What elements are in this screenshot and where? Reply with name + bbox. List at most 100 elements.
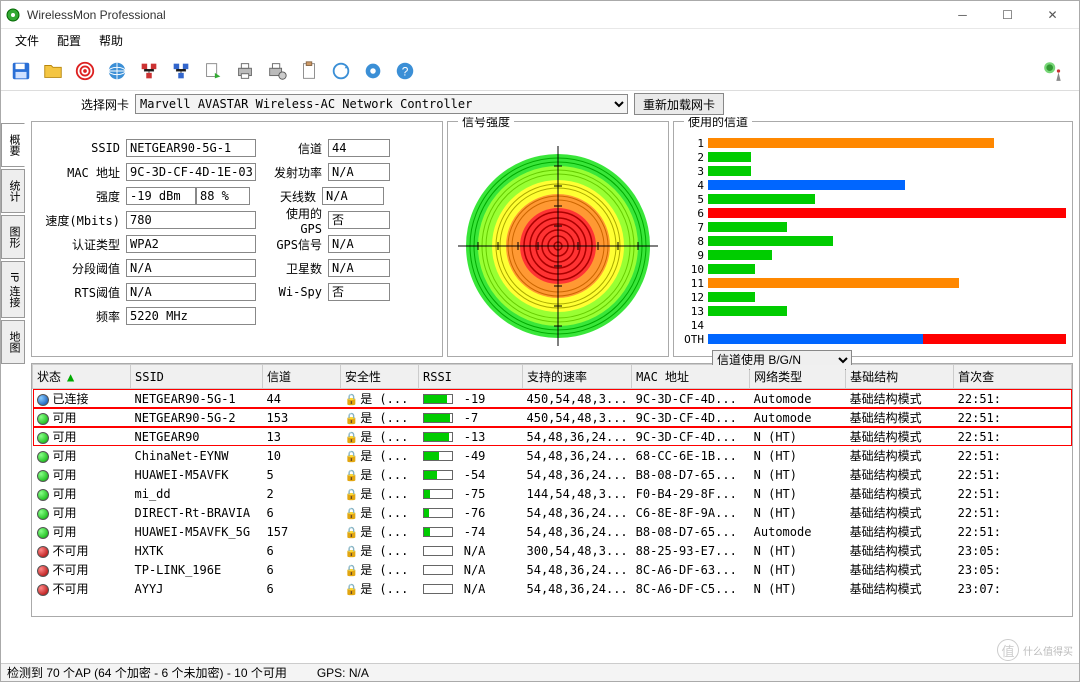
speed-label: 速度(Mbits) <box>40 212 126 229</box>
close-button[interactable]: ✕ <box>1030 1 1075 29</box>
gpsused-value: 否 <box>328 211 390 229</box>
minimize-button[interactable]: ─ <box>940 1 985 29</box>
table-row[interactable]: 不可用HXTK6🔒是 (... N/A300,54,48,3...88-25-9… <box>33 541 1072 560</box>
col-status[interactable]: 状态▲ <box>33 365 131 389</box>
menu-config[interactable]: 配置 <box>49 30 89 51</box>
tab-stats[interactable]: 统计 <box>1 169 25 213</box>
ssid-label: SSID <box>40 141 126 155</box>
lock-icon: 🔒 <box>345 488 359 501</box>
status-dot-icon <box>37 489 49 501</box>
lock-icon: 🔒 <box>345 545 359 558</box>
clipboard-icon[interactable] <box>295 57 323 85</box>
status-dot-icon <box>37 470 49 482</box>
lock-icon: 🔒 <box>345 507 359 520</box>
status-dot-icon <box>37 508 49 520</box>
table-row[interactable]: 已连接NETGEAR90-5G-144🔒是 (... -19450,54,48,… <box>33 389 1072 409</box>
network2-icon[interactable] <box>167 57 195 85</box>
channel-bar-row: 5 <box>680 192 1066 206</box>
settings-icon[interactable] <box>359 57 387 85</box>
help-icon[interactable]: ? <box>391 57 419 85</box>
menu-file[interactable]: 文件 <box>7 30 47 51</box>
lock-icon: 🔒 <box>345 412 359 425</box>
status-ap: 检测到 70 个AP (64 个加密 - 6 个未加密) - 10 个可用 <box>7 664 287 681</box>
world-icon[interactable] <box>103 57 131 85</box>
lock-icon: 🔒 <box>345 450 359 463</box>
col-channel[interactable]: 信道 <box>263 365 341 389</box>
sat-value: N/A <box>328 259 390 277</box>
signal-target-icon <box>458 146 658 346</box>
info-panel: SSIDNETGEAR90-5G-1信道44 MAC 地址9C-3D-CF-4D… <box>31 121 443 357</box>
lock-icon: 🔒 <box>345 393 359 406</box>
status-dot-icon <box>37 565 49 577</box>
channel-bar-row: 1 <box>680 136 1066 150</box>
channel-bar-row: 2 <box>680 150 1066 164</box>
lock-icon: 🔒 <box>345 469 359 482</box>
reload-nic-button[interactable]: 重新加载网卡 <box>634 93 724 115</box>
channel-bar-row: 10 <box>680 262 1066 276</box>
ap-table[interactable]: 状态▲ SSID 信道 安全性 RSSI 支持的速率 MAC 地址 网络类型 基… <box>31 363 1073 617</box>
channel-bar-row: 13 <box>680 304 1066 318</box>
channel-label: 信道 <box>266 140 328 157</box>
watermark: 值 什么值得买 <box>997 639 1073 661</box>
table-row[interactable]: 可用NETGEAR90-5G-2153🔒是 (... -7450,54,48,3… <box>33 408 1072 427</box>
col-firstseen[interactable]: 首次查 <box>954 365 1072 389</box>
nic-select[interactable]: Marvell AVASTAR Wireless-AC Network Cont… <box>135 94 628 114</box>
channel-bar-row: 12 <box>680 290 1066 304</box>
col-infra[interactable]: 基础结构 <box>846 365 954 389</box>
col-rates[interactable]: 支持的速率 <box>523 365 632 389</box>
channel-bar-row: 6 <box>680 206 1066 220</box>
status-gps: GPS: N/A <box>317 666 369 680</box>
open-icon[interactable] <box>39 57 67 85</box>
table-row[interactable]: 可用HUAWEI-M5AVFK_5G157🔒是 (... -7454,48,36… <box>33 522 1072 541</box>
tab-ipconn[interactable]: IP 连接 <box>1 261 25 318</box>
nic-row: 选择网卡 Marvell AVASTAR Wireless-AC Network… <box>1 91 1079 117</box>
auth-value: WPA2 <box>126 235 256 253</box>
frag-label: 分段阈值 <box>40 260 126 277</box>
save-icon[interactable] <box>7 57 35 85</box>
antenna-icon[interactable] <box>1033 51 1073 91</box>
table-row[interactable]: 可用NETGEAR9013🔒是 (... -1354,48,36,24...9C… <box>33 427 1072 446</box>
lock-icon: 🔒 <box>345 564 359 577</box>
table-row[interactable]: 不可用TP-LINK_196E6🔒是 (... N/A54,48,36,24..… <box>33 560 1072 579</box>
gpssig-label: GPS信号 <box>266 236 328 253</box>
app-icon <box>5 7 21 23</box>
mac-label: MAC 地址 <box>40 164 126 181</box>
side-tabs: 概要 统计 图形 IP 连接 地图 <box>1 117 25 665</box>
channel-panel: 使用的信道 1234567891011121314OTH 信道使用 B/G/N <box>673 121 1073 357</box>
network1-icon[interactable] <box>135 57 163 85</box>
svg-text:?: ? <box>402 64 409 78</box>
col-mac[interactable]: MAC 地址 <box>632 365 750 389</box>
status-dot-icon <box>37 432 49 444</box>
channel-bar-row: 4 <box>680 178 1066 192</box>
strength-dbm: -19 dBm <box>126 187 196 205</box>
col-security[interactable]: 安全性 <box>341 365 419 389</box>
col-rssi[interactable]: RSSI <box>419 365 523 389</box>
print-icon[interactable] <box>231 57 259 85</box>
print-setup-icon[interactable] <box>263 57 291 85</box>
table-row[interactable]: 可用mi_dd2🔒是 (... -75144,54,48,3...F0-B4-2… <box>33 484 1072 503</box>
signal-title: 信号强度 <box>458 117 514 130</box>
tab-map[interactable]: 地图 <box>1 320 25 364</box>
statusbar: 检测到 70 个AP (64 个加密 - 6 个未加密) - 10 个可用 GP… <box>1 663 1079 681</box>
nic-label: 选择网卡 <box>81 96 129 113</box>
col-ssid[interactable]: SSID <box>131 365 263 389</box>
watermark-text: 什么值得买 <box>1023 643 1073 658</box>
watermark-icon: 值 <box>997 639 1019 661</box>
status-dot-icon <box>37 584 49 596</box>
tab-graph[interactable]: 图形 <box>1 215 25 259</box>
lock-icon: 🔒 <box>345 526 359 539</box>
table-row[interactable]: 可用HUAWEI-M5AVFK5🔒是 (... -5454,48,36,24..… <box>33 465 1072 484</box>
rts-label: RTS阈值 <box>40 284 126 301</box>
maximize-button[interactable]: ☐ <box>985 1 1030 29</box>
menu-help[interactable]: 帮助 <box>91 30 131 51</box>
tab-summary[interactable]: 概要 <box>1 123 25 167</box>
refresh-icon[interactable] <box>327 57 355 85</box>
table-row[interactable]: 不可用AYYJ6🔒是 (... N/A54,48,36,24...8C-A6-D… <box>33 579 1072 598</box>
target-icon[interactable] <box>71 57 99 85</box>
table-row[interactable]: 可用ChinaNet-EYNW10🔒是 (... -4954,48,36,24.… <box>33 446 1072 465</box>
titlebar: WirelessMon Professional ─ ☐ ✕ <box>1 1 1079 29</box>
export-icon[interactable] <box>199 57 227 85</box>
table-row[interactable]: 可用DIRECT-Rt-BRAVIA6🔒是 (... -7654,48,36,2… <box>33 503 1072 522</box>
col-nettype[interactable]: 网络类型 <box>750 365 846 389</box>
speed-value: 780 <box>126 211 256 229</box>
